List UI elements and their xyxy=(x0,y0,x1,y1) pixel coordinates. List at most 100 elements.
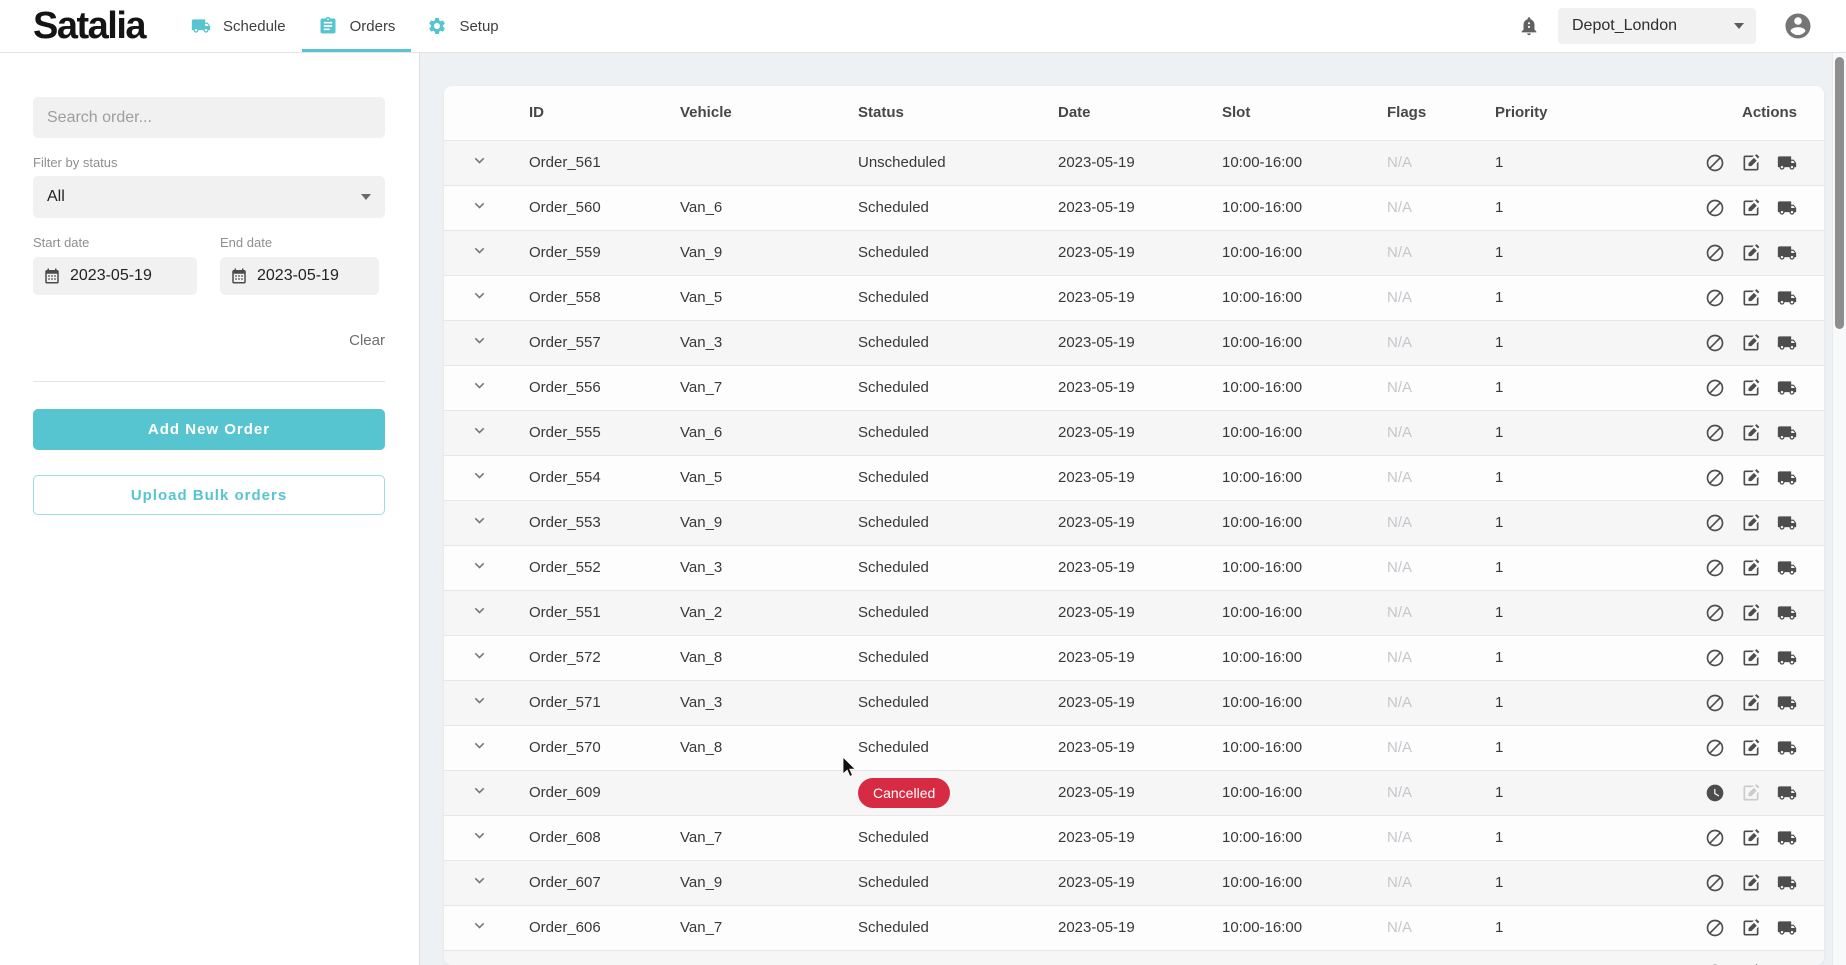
block-action-icon[interactable] xyxy=(1705,873,1725,893)
tab-schedule[interactable]: Schedule xyxy=(175,0,302,52)
end-date-label: End date xyxy=(220,235,379,250)
tab-label: Schedule xyxy=(223,18,286,35)
edit-action-icon[interactable] xyxy=(1741,468,1761,488)
edit-action-icon[interactable] xyxy=(1741,738,1761,758)
block-action-icon[interactable] xyxy=(1705,828,1725,848)
block-action-icon[interactable] xyxy=(1705,738,1725,758)
expand-row-button[interactable] xyxy=(470,871,489,890)
truck-action-icon[interactable] xyxy=(1777,558,1797,578)
search-order-input[interactable] xyxy=(33,97,385,138)
block-action-icon[interactable] xyxy=(1705,153,1725,173)
edit-action-icon[interactable] xyxy=(1741,378,1761,398)
truck-action-icon[interactable] xyxy=(1777,468,1797,488)
expand-row-button[interactable] xyxy=(470,511,489,530)
status-cell: Cancelled xyxy=(843,770,1043,815)
upload-bulk-orders-button[interactable]: Upload Bulk orders xyxy=(33,475,385,515)
scrollbar-thumb[interactable] xyxy=(1835,57,1844,329)
truck-action-icon[interactable] xyxy=(1777,288,1797,308)
block-action-icon[interactable] xyxy=(1705,198,1725,218)
truck-action-icon[interactable] xyxy=(1777,873,1797,893)
edit-action-icon[interactable] xyxy=(1741,513,1761,533)
edit-action-icon[interactable] xyxy=(1741,873,1761,893)
date-cell: 2023-05-19 xyxy=(1043,185,1207,230)
block-action-icon[interactable] xyxy=(1705,558,1725,578)
expand-row-button[interactable] xyxy=(470,646,489,665)
block-icon xyxy=(1705,468,1725,488)
chevron-down-icon xyxy=(470,691,489,710)
block-action-icon[interactable] xyxy=(1705,468,1725,488)
depot-selector[interactable]: Depot_London xyxy=(1558,8,1756,44)
expand-row-button[interactable] xyxy=(470,736,489,755)
expand-row-button[interactable] xyxy=(470,286,489,305)
tab-orders[interactable]: Orders xyxy=(302,0,412,52)
block-icon xyxy=(1705,693,1725,713)
row-actions xyxy=(1639,513,1824,533)
truck-action-icon[interactable] xyxy=(1777,513,1797,533)
expand-row-button[interactable] xyxy=(470,826,489,845)
truck-action-icon[interactable] xyxy=(1777,738,1797,758)
expand-row-button[interactable] xyxy=(470,691,489,710)
expand-row-button[interactable] xyxy=(470,601,489,620)
start-date-input[interactable]: 2023-05-19 xyxy=(33,257,197,295)
expand-row-button[interactable] xyxy=(470,916,489,935)
edit-action-icon[interactable] xyxy=(1741,828,1761,848)
edit-action-icon[interactable] xyxy=(1741,603,1761,623)
tab-setup[interactable]: Setup xyxy=(411,0,514,52)
block-action-icon[interactable] xyxy=(1705,288,1725,308)
truck-action-icon[interactable] xyxy=(1777,828,1797,848)
truck-action-icon[interactable] xyxy=(1777,918,1797,938)
expand-row-button[interactable] xyxy=(470,421,489,440)
block-action-icon[interactable] xyxy=(1705,333,1725,353)
block-action-icon[interactable] xyxy=(1705,918,1725,938)
user-avatar[interactable] xyxy=(1783,11,1813,41)
expand-row-button[interactable] xyxy=(470,196,489,215)
end-date-input[interactable]: 2023-05-19 xyxy=(220,257,379,295)
edit-action-icon[interactable] xyxy=(1741,198,1761,218)
truck-action-icon[interactable] xyxy=(1777,693,1797,713)
truck-action-icon[interactable] xyxy=(1777,198,1797,218)
expand-row-button[interactable] xyxy=(470,241,489,260)
block-action-icon[interactable] xyxy=(1705,243,1725,263)
notification-bell-icon[interactable] xyxy=(1518,15,1540,37)
expand-row-button[interactable] xyxy=(470,466,489,485)
edit-action-icon[interactable] xyxy=(1741,333,1761,353)
edit-action-icon[interactable] xyxy=(1741,648,1761,668)
status-filter-select[interactable]: All xyxy=(33,176,385,218)
edit-action-icon[interactable] xyxy=(1741,693,1761,713)
truck-action-icon[interactable] xyxy=(1777,783,1797,803)
block-action-icon[interactable] xyxy=(1705,603,1725,623)
truck-action-icon[interactable] xyxy=(1777,333,1797,353)
add-new-order-button[interactable]: Add New Order xyxy=(33,409,385,450)
block-action-icon[interactable] xyxy=(1705,693,1725,713)
edit-action-icon[interactable] xyxy=(1741,423,1761,443)
block-action-icon[interactable] xyxy=(1705,378,1725,398)
expand-row-button[interactable] xyxy=(470,331,489,350)
edit-action-icon[interactable] xyxy=(1741,153,1761,173)
expand-row-button[interactable] xyxy=(470,151,489,170)
truck-action-icon[interactable] xyxy=(1777,153,1797,173)
truck-action-icon[interactable] xyxy=(1777,648,1797,668)
edit-action-icon[interactable] xyxy=(1741,288,1761,308)
expand-row-button[interactable] xyxy=(470,961,489,965)
clear-filters-link[interactable]: Clear xyxy=(33,332,385,349)
edit-action-icon[interactable] xyxy=(1741,558,1761,578)
expand-row-button[interactable] xyxy=(470,376,489,395)
truck-action-icon[interactable] xyxy=(1777,378,1797,398)
expand-row-button[interactable] xyxy=(470,556,489,575)
block-action-icon[interactable] xyxy=(1705,648,1725,668)
block-action-icon[interactable] xyxy=(1705,513,1725,533)
col-header-expander xyxy=(444,86,514,140)
edit-action-icon[interactable] xyxy=(1741,243,1761,263)
truck-action-icon[interactable] xyxy=(1777,423,1797,443)
flags-cell: N/A xyxy=(1372,950,1480,965)
edit-action-icon[interactable] xyxy=(1741,918,1761,938)
expand-row-button[interactable] xyxy=(470,781,489,800)
block-action-icon[interactable] xyxy=(1705,423,1725,443)
brand-logo: Satalia xyxy=(33,7,145,45)
truck-action-icon[interactable] xyxy=(1777,603,1797,623)
truck-icon xyxy=(1777,918,1797,938)
truck-action-icon[interactable] xyxy=(1777,243,1797,263)
priority-cell: 1 xyxy=(1480,905,1624,950)
clock-action-icon[interactable] xyxy=(1705,783,1725,803)
flags-cell: N/A xyxy=(1372,545,1480,590)
